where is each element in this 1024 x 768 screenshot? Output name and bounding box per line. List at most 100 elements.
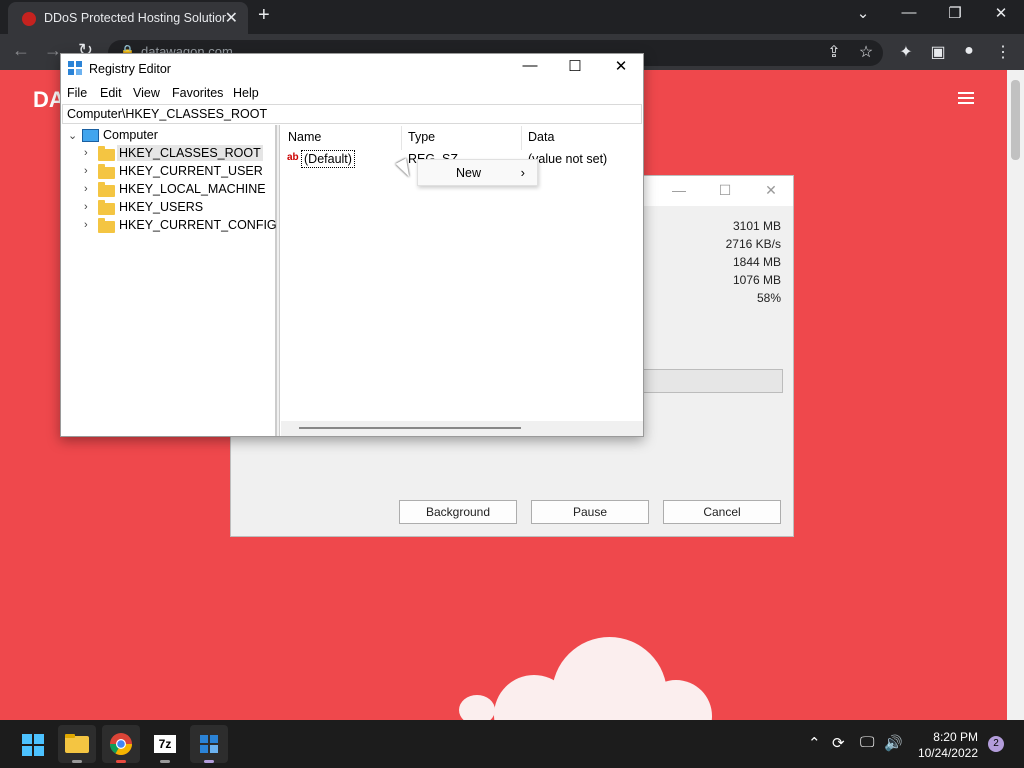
running-indicator <box>72 760 82 763</box>
dialog-close-button[interactable]: ✕ <box>751 182 791 199</box>
tab-close-icon[interactable]: ✕ <box>225 8 238 28</box>
regedit-minimize-button[interactable]: — <box>507 57 553 74</box>
star-icon[interactable]: ☆ <box>855 42 877 62</box>
regedit-close-button[interactable]: ✕ <box>598 57 644 75</box>
regedit-icon <box>200 735 218 753</box>
site-favicon-icon <box>22 12 36 26</box>
chevron-right-icon[interactable]: › <box>84 219 88 231</box>
tree-item-label: HKEY_CLASSES_ROOT <box>117 145 263 161</box>
cloud-decoration <box>459 695 495 720</box>
windows-logo-icon <box>22 734 44 756</box>
pause-button[interactable]: Pause <box>531 500 649 524</box>
computer-icon <box>82 129 99 142</box>
new-tab-button[interactable]: + <box>258 4 270 27</box>
chevron-right-icon[interactable]: › <box>84 147 88 159</box>
tab-title: DDoS Protected Hosting Solution <box>44 11 226 25</box>
context-menu-new[interactable]: New <box>456 166 481 180</box>
menu-help[interactable]: Help <box>233 86 259 100</box>
start-button[interactable] <box>14 725 52 763</box>
regedit-app-icon <box>68 61 83 76</box>
regedit-button[interactable] <box>190 725 228 763</box>
pane-splitter[interactable] <box>276 125 280 436</box>
tree-item-label: HKEY_CURRENT_CONFIG <box>119 218 277 232</box>
dialog-minimize-button[interactable]: — <box>659 182 699 198</box>
running-indicator <box>204 760 214 763</box>
chevron-right-icon[interactable]: › <box>84 165 88 177</box>
regedit-menubar: File Edit View Favorites Help <box>61 84 643 104</box>
notification-badge[interactable]: 2 <box>988 736 1004 752</box>
tree-item-hku[interactable]: › HKEY_USERS <box>62 199 276 217</box>
cancel-button[interactable]: Cancel <box>663 500 781 524</box>
clock[interactable]: 8:20 PM 10/24/2022 <box>910 729 978 761</box>
network-icon[interactable]: 🖵 <box>860 734 874 751</box>
tree-item-hkcu[interactable]: › HKEY_CURRENT_USER <box>62 163 276 181</box>
folder-icon <box>98 164 115 179</box>
browser-minimize-button[interactable]: — <box>886 4 932 21</box>
volume-icon[interactable]: 🔊 <box>884 734 903 752</box>
running-indicator <box>116 760 126 763</box>
hamburger-menu-icon[interactable] <box>958 92 974 104</box>
column-header-type[interactable]: Type <box>408 130 435 144</box>
profile-icon[interactable]: ● <box>958 42 980 60</box>
column-header-data[interactable]: Data <box>528 130 554 144</box>
menu-file[interactable]: File <box>67 86 87 100</box>
registry-editor-window: Registry Editor — ☐ ✕ File Edit View Fav… <box>60 53 644 437</box>
tree-item-hklm[interactable]: › HKEY_LOCAL_MACHINE <box>62 181 276 199</box>
tree-item-hkcc[interactable]: › HKEY_CURRENT_CONFIG <box>62 217 277 235</box>
chevron-down-icon[interactable]: ⌄ <box>68 129 77 142</box>
scrollbar-thumb[interactable] <box>1011 80 1020 160</box>
menu-icon[interactable]: ⋮ <box>992 42 1014 62</box>
sidepanel-icon[interactable]: ▣ <box>927 42 949 62</box>
tree-item-label: HKEY_USERS <box>119 200 204 214</box>
dialog-maximize-button[interactable]: ☐ <box>705 182 745 199</box>
tree-item-label: Computer <box>103 128 158 142</box>
running-indicator <box>160 760 170 763</box>
taskbar: 7z ⌃ ⟳ 🖵 🔊 8:20 PM 10/24/2022 <box>0 720 1024 768</box>
menu-edit[interactable]: Edit <box>100 86 122 100</box>
browser-tab[interactable]: DDoS Protected Hosting Solution ✕ <box>8 2 248 34</box>
back-icon[interactable]: ← <box>12 40 30 61</box>
regedit-address-bar[interactable]: Computer\HKEY_CLASSES_ROOT <box>62 104 642 124</box>
chevron-up-icon[interactable]: ⌃ <box>808 734 821 752</box>
chrome-icon <box>110 733 132 755</box>
tree-item-computer[interactable]: ⌄ Computer <box>62 127 276 145</box>
chevron-right-icon: › <box>520 165 525 180</box>
background-button[interactable]: Background <box>399 500 517 524</box>
stat-value: 1076 MB <box>732 273 781 287</box>
stat-value: 1844 MB <box>732 255 781 269</box>
scrollbar-thumb[interactable] <box>299 427 521 429</box>
share-icon[interactable]: ⇪ <box>823 42 845 62</box>
browser-restore-button[interactable]: ❐ <box>932 4 978 22</box>
chevron-right-icon[interactable]: › <box>84 183 88 195</box>
menu-view[interactable]: View <box>133 86 160 100</box>
column-divider[interactable] <box>401 126 402 150</box>
horizontal-scrollbar[interactable] <box>281 421 643 436</box>
column-header-name[interactable]: Name <box>288 130 321 144</box>
regedit-maximize-button[interactable]: ☐ <box>552 57 598 75</box>
clock-date: 10/24/2022 <box>917 746 978 760</box>
7zip-icon: 7z <box>154 735 176 753</box>
file-explorer-button[interactable] <box>58 725 96 763</box>
folder-icon <box>98 146 115 161</box>
context-menu: New › <box>417 159 538 186</box>
sync-icon[interactable]: ⟳ <box>832 734 845 752</box>
tab-search-icon[interactable]: ⌄ <box>840 4 886 22</box>
extensions-icon[interactable]: ✦ <box>895 42 917 62</box>
chrome-button[interactable] <box>102 725 140 763</box>
folder-icon <box>98 200 115 215</box>
browser-close-button[interactable]: ✕ <box>978 4 1024 22</box>
regedit-titlebar[interactable]: Registry Editor — ☐ ✕ <box>61 54 643 84</box>
stat-value: 2716 KB/s <box>725 237 781 251</box>
7zip-button[interactable]: 7z <box>146 725 184 763</box>
string-value-icon: ab <box>287 152 299 163</box>
page-scrollbar[interactable] <box>1007 70 1024 720</box>
folder-icon <box>98 182 115 197</box>
file-explorer-icon <box>65 734 89 753</box>
stat-value: 3101 MB <box>732 219 781 233</box>
chevron-right-icon[interactable]: › <box>84 201 88 213</box>
value-data: (value not set) <box>528 152 608 166</box>
menu-favorites[interactable]: Favorites <box>172 86 223 100</box>
tree-item-hkcr[interactable]: › HKEY_CLASSES_ROOT <box>62 145 276 163</box>
registry-tree: ⌄ Computer › HKEY_CLASSES_ROOT › HKEY_CU… <box>62 125 277 436</box>
column-divider[interactable] <box>521 126 522 150</box>
